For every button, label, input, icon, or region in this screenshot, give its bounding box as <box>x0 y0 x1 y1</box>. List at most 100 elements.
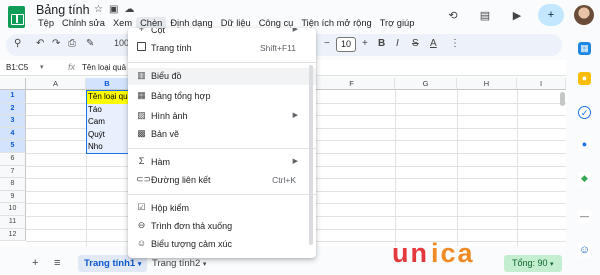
unica-watermark: un ica <box>392 238 475 269</box>
row-header[interactable]: 3 <box>0 115 26 128</box>
all-sheets-icon[interactable]: ≡ <box>54 257 60 269</box>
row-header[interactable]: 2 <box>0 102 26 116</box>
zoom-select[interactable]: 100 <box>114 38 129 48</box>
font-size-input[interactable]: 10 <box>336 37 356 52</box>
maps-icon[interactable]: ◆ <box>578 172 591 185</box>
add-on-icon[interactable]: — <box>578 210 591 223</box>
contacts-icon[interactable]: ● <box>578 138 591 151</box>
grid-line <box>457 90 458 246</box>
row-header[interactable]: 6 <box>0 153 26 166</box>
column-header[interactable]: A <box>26 78 86 90</box>
strikethrough-icon[interactable]: S <box>412 38 419 49</box>
menu-item-emoji[interactable]: ☺ Biểu tượng cảm xúc <box>128 236 316 253</box>
drawing-icon: ▩ <box>137 128 146 138</box>
cell-b5[interactable]: Nho <box>86 141 128 154</box>
bold-icon[interactable]: B <box>378 38 385 49</box>
cloud-status-icon[interactable]: ☁ <box>124 4 134 15</box>
row-header[interactable]: 9 <box>0 190 26 204</box>
insert-menu: + Cột ▶ Trang tính Shift+F11 ▥ Biểu đồ ▦… <box>128 28 316 258</box>
row-header[interactable]: 4 <box>0 127 26 141</box>
menu-edit[interactable]: Chỉnh sửa <box>58 17 109 29</box>
sum-indicator[interactable]: Tổng: 90 ▾ <box>504 255 562 272</box>
menu-item-dropdown[interactable]: ⊖ Trình đơn thả xuống <box>128 218 316 235</box>
submenu-arrow-icon: ▶ <box>292 158 298 165</box>
avatar[interactable] <box>574 5 594 25</box>
share-button[interactable]: + <box>538 4 564 26</box>
redo-icon[interactable]: ↷ <box>52 38 60 49</box>
row-header[interactable]: 5 <box>0 140 26 153</box>
menu-item-link[interactable]: ⊂⊃ Đường liên kết Ctrl+K <box>128 172 316 189</box>
column-header[interactable]: H <box>457 78 517 90</box>
menu-item-sheet[interactable]: Trang tính Shift+F11 <box>128 40 316 57</box>
menu-item-drawing[interactable]: ▩ Bản vẽ <box>128 126 316 143</box>
meet-icon[interactable]: ▶ <box>506 4 528 26</box>
explore-icon[interactable]: ☺ <box>578 244 591 257</box>
cell-b1[interactable]: Tên loại quả <box>86 91 128 104</box>
name-box[interactable]: B1:C5 <box>6 63 28 72</box>
cell-b4[interactable]: Quýt <box>86 128 128 142</box>
menu-item-chart[interactable]: ▥ Biểu đồ <box>128 68 316 85</box>
chevron-down-icon[interactable]: ▾ <box>203 261 207 268</box>
menu-item-function[interactable]: Σ Hàm ▶ <box>128 154 316 171</box>
row-header[interactable]: 11 <box>0 216 26 229</box>
select-all-corner[interactable] <box>0 78 26 90</box>
star-icon[interactable]: ☆ <box>94 4 103 15</box>
undo-icon[interactable]: ↶ <box>36 38 44 49</box>
cell-b2[interactable]: Táo <box>86 103 128 117</box>
more-options-icon[interactable]: ⋮ <box>450 38 460 49</box>
menu-item-pivot-table[interactable]: ▦ Bảng tổng hợp <box>128 88 316 105</box>
move-folder-icon[interactable]: ▣ <box>109 4 118 15</box>
chevron-down-icon[interactable]: ▾ <box>40 63 44 71</box>
menu-divider <box>128 62 316 63</box>
sheets-logo-icon[interactable] <box>8 6 25 28</box>
menu-item-image[interactable]: ▨ Hình ảnh ▶ <box>128 108 316 125</box>
keep-icon[interactable]: ● <box>578 72 591 85</box>
column-header[interactable]: G <box>395 78 457 90</box>
decrease-font-icon[interactable]: − <box>324 38 330 49</box>
row-header[interactable]: 12 <box>0 228 26 242</box>
menu-scrollbar[interactable] <box>309 65 313 245</box>
text-color-icon[interactable]: A <box>430 38 437 49</box>
cell-b3[interactable]: Cam <box>86 116 128 129</box>
column-header[interactable]: I <box>517 78 566 90</box>
chart-icon: ▥ <box>137 70 146 80</box>
chevron-down-icon: ▾ <box>550 261 554 268</box>
add-sheet-icon[interactable]: + <box>32 257 38 269</box>
column-header[interactable]: B <box>86 78 129 90</box>
document-title[interactable]: Bảng tính <box>36 3 90 17</box>
top-right-actions: ⟲ ▤ ▶ + <box>442 4 594 26</box>
grid-line <box>395 90 396 246</box>
menu-item-column[interactable]: + Cột ▶ <box>128 28 316 39</box>
link-icon: ⊂⊃ <box>136 174 152 184</box>
italic-icon[interactable]: I <box>396 38 399 49</box>
formula-input[interactable]: Tên loại quả <box>82 63 126 72</box>
dropdown-icon: ⊖ <box>137 220 146 230</box>
sigma-icon: Σ <box>138 156 145 166</box>
menu-divider <box>128 194 316 195</box>
sheet-icon <box>136 42 147 53</box>
print-icon[interactable]: ⎙ <box>68 38 76 49</box>
search-menus-icon[interactable]: ⚲ <box>14 38 21 49</box>
menu-help[interactable]: Trợ giúp <box>376 17 419 29</box>
row-header[interactable]: 1 <box>0 90 26 103</box>
menu-file[interactable]: Tệp <box>34 17 58 29</box>
add-person-icon: + <box>547 9 555 21</box>
calendar-icon[interactable]: ▦ <box>578 42 591 55</box>
watermark-text: un <box>392 238 429 268</box>
row-header[interactable]: 7 <box>0 165 26 179</box>
paint-format-icon[interactable]: ✎ <box>86 38 94 49</box>
watermark-text: ica <box>431 238 475 268</box>
chevron-down-icon[interactable]: ▾ <box>138 261 142 268</box>
tasks-icon[interactable]: ✓ <box>578 106 591 119</box>
vertical-scrollbar[interactable] <box>560 92 565 106</box>
submenu-arrow-icon: ▶ <box>292 112 298 119</box>
row-header[interactable]: 10 <box>0 203 26 216</box>
comments-icon[interactable]: ▤ <box>474 4 496 26</box>
side-panel: ▦ ● ✓ ● ◆ — ☺ <box>570 34 600 275</box>
increase-font-icon[interactable]: + <box>362 38 368 49</box>
row-header[interactable]: 8 <box>0 178 26 191</box>
sheet-tab-label: Trang tính2 <box>152 258 201 269</box>
history-icon[interactable]: ⟲ <box>442 4 464 26</box>
menu-item-checkbox[interactable]: ☑ Hộp kiểm <box>128 200 316 217</box>
column-header[interactable]: F <box>309 78 395 90</box>
